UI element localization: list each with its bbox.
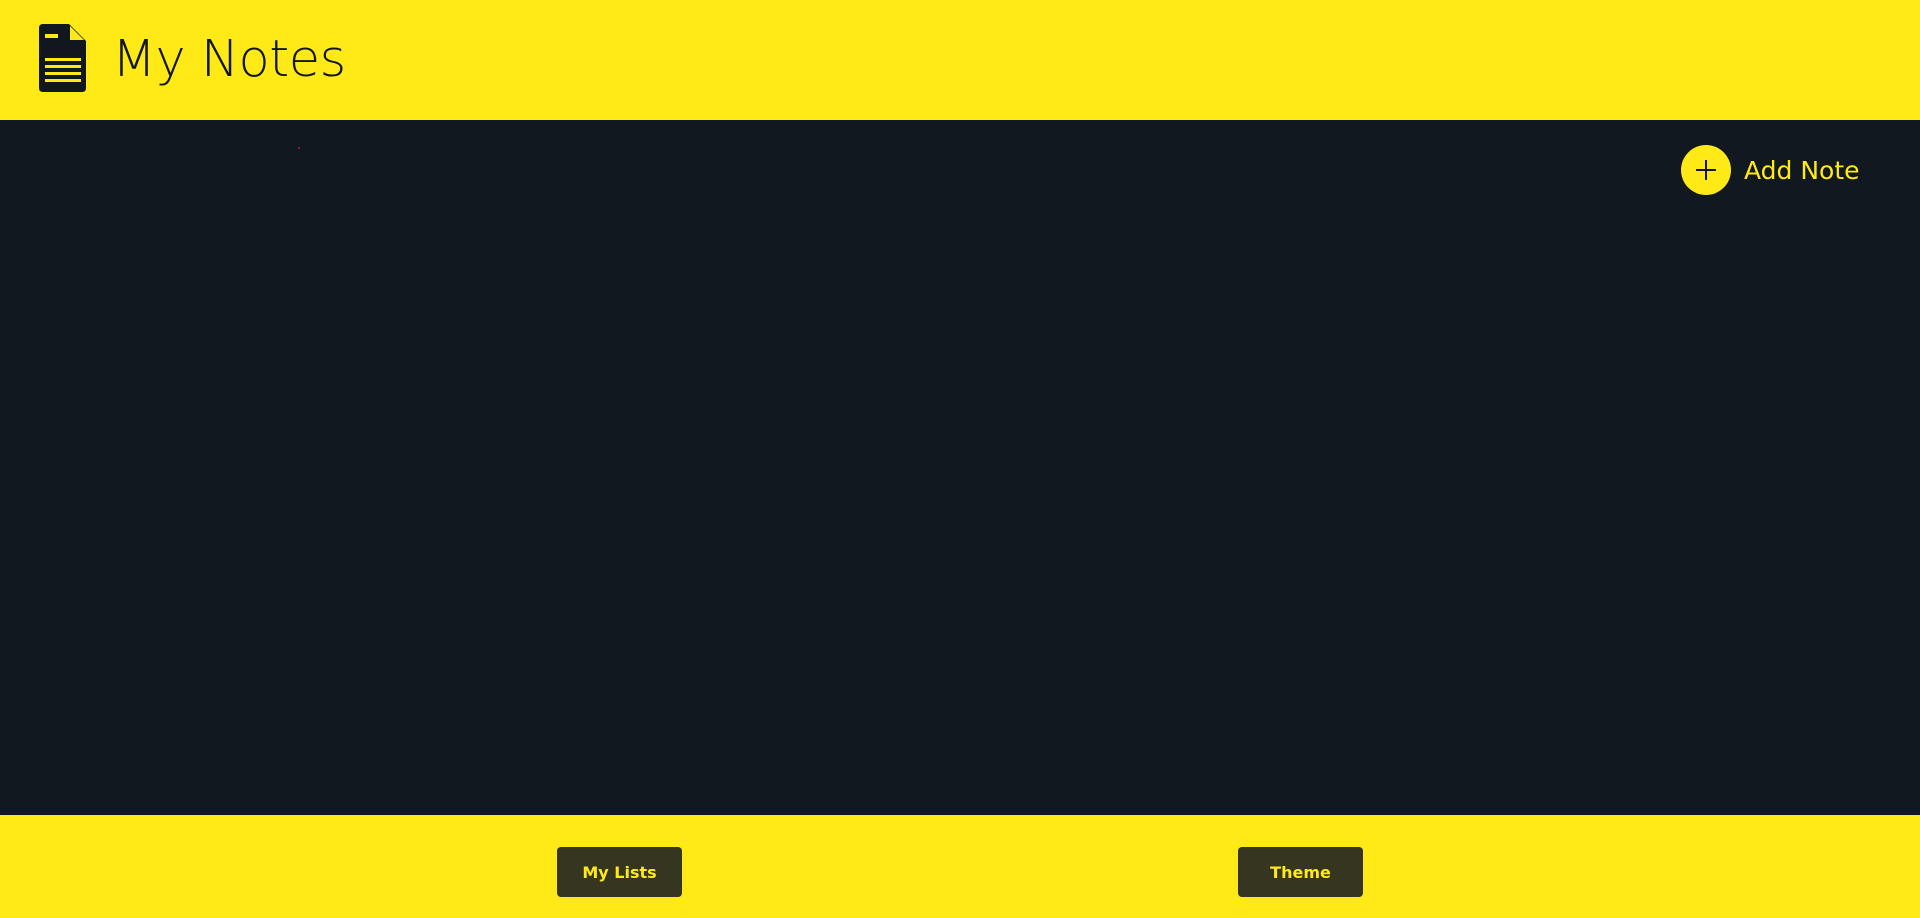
- theme-button[interactable]: Theme: [1238, 847, 1363, 897]
- page-title: My Notes: [112, 30, 346, 89]
- notes-area: Add Note: [0, 120, 1920, 815]
- app-footer: My Lists Theme: [0, 815, 1920, 918]
- plus-icon: [1681, 145, 1731, 195]
- add-note-label: Add Note: [1744, 155, 1860, 185]
- my-lists-button[interactable]: My Lists: [557, 847, 682, 897]
- decorative-dot: [298, 147, 300, 149]
- add-note-button[interactable]: Add Note: [1681, 145, 1860, 195]
- document-icon: [39, 24, 87, 92]
- app-window: My Notes Add Note My Lists Theme: [0, 0, 1920, 918]
- app-header: My Notes: [0, 0, 1920, 120]
